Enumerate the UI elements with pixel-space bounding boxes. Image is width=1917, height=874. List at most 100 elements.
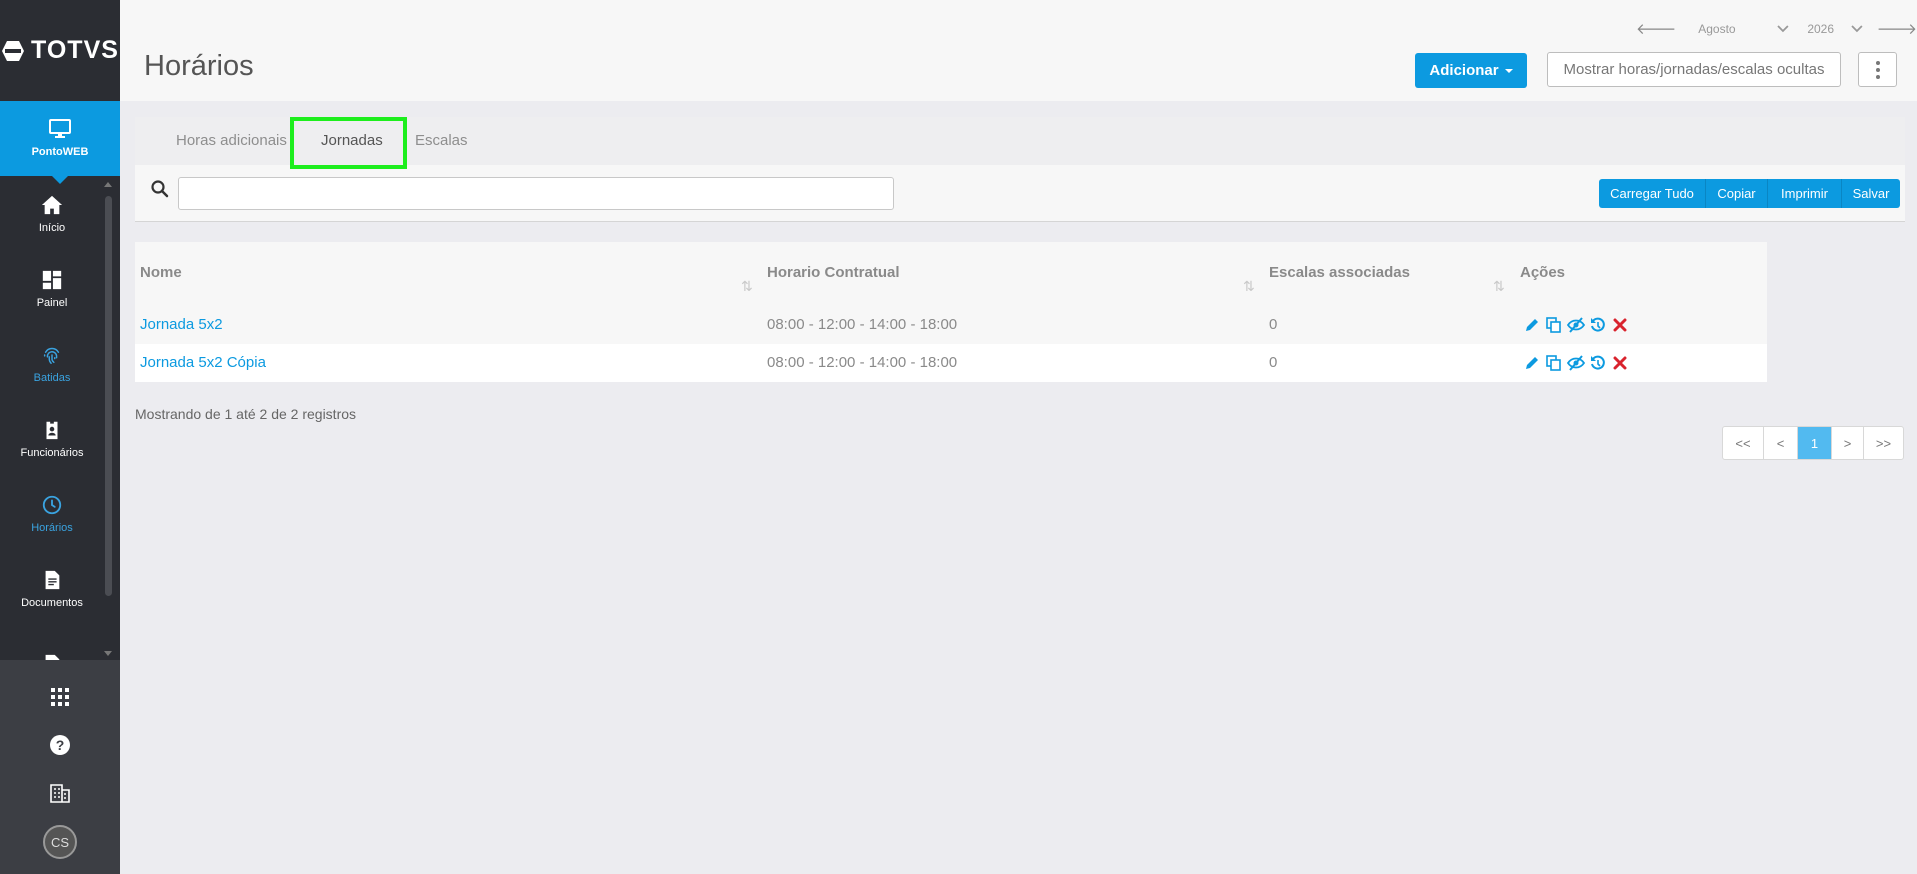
next-period-icon[interactable]: 🡒	[1877, 19, 1917, 38]
hide-icon[interactable]	[1566, 315, 1585, 334]
column-header-horario[interactable]: Horario Contratual	[767, 264, 900, 281]
sidebar: TOTVS PontoWEB Início Painel Batidas Fun…	[0, 0, 120, 874]
monitor-icon	[49, 119, 71, 138]
tabs-panel: Horas adicionais Jornadas Escalas Carreg…	[135, 117, 1905, 222]
year-select[interactable]: 2026	[1807, 22, 1851, 36]
load-all-button[interactable]: Carregar Tudo	[1599, 179, 1705, 208]
tab-escalas[interactable]: Escalas	[415, 132, 468, 149]
chevron-down-icon[interactable]	[1851, 24, 1863, 33]
search-input[interactable]	[178, 177, 894, 210]
sidebar-item-inicio[interactable]: Início	[0, 176, 120, 251]
prev-period-icon[interactable]: 🡐	[1636, 19, 1676, 38]
sidebar-item-label: Início	[38, 221, 66, 234]
dashboard-icon	[42, 270, 62, 289]
column-header-acoes: Ações	[1520, 264, 1566, 281]
next-page-button[interactable]: >	[1831, 427, 1863, 459]
records-info: Mostrando de 1 até 2 de 2 registros	[135, 406, 357, 422]
apps-grid-icon[interactable]	[48, 685, 72, 709]
column-header-nome[interactable]: Nome	[140, 264, 182, 281]
sidebar-item-batidas[interactable]: Batidas	[0, 326, 120, 401]
sidebar-item-label: Documentos	[21, 596, 83, 609]
sidebar-bottom: ? CS	[0, 660, 120, 874]
sidebar-item-painel[interactable]: Painel	[0, 251, 120, 326]
caret-down-icon	[1504, 68, 1513, 73]
document-icon	[45, 654, 60, 660]
totvs-logo[interactable]: TOTVS	[0, 0, 120, 101]
row-schedule: 08:00 - 12:00 - 14:00 - 18:00	[767, 354, 958, 371]
duplicate-icon[interactable]	[1544, 315, 1563, 334]
sidebar-item-horarios[interactable]: Horários	[0, 476, 120, 551]
tab-jornadas[interactable]: Jornadas	[321, 132, 383, 149]
add-button[interactable]: Adicionar	[1415, 53, 1527, 88]
badge-icon	[46, 421, 58, 439]
document-icon	[45, 570, 60, 589]
tab-horas-adicionais[interactable]: Horas adicionais	[176, 132, 287, 149]
clock-icon	[42, 495, 62, 514]
jornadas-table: Nome ⇅ Horario Contratual ⇅ Escalas asso…	[135, 242, 1767, 382]
tab-strip: Horas adicionais Jornadas Escalas	[135, 117, 1905, 165]
history-icon[interactable]	[1588, 315, 1607, 334]
sidebar-item-label: Painel	[36, 296, 68, 309]
sidebar-item-label: Funcionários	[20, 446, 84, 459]
help-icon[interactable]: ?	[48, 733, 72, 757]
sidebar-item-funcionarios[interactable]: Funcionários	[0, 401, 120, 476]
table-row: Jornada 5x2 Cópia 08:00 - 12:00 - 14:00 …	[135, 344, 1767, 382]
prev-page-button[interactable]: <	[1763, 427, 1797, 459]
sidebar-item-more[interactable]	[0, 626, 120, 660]
scroll-up-arrow[interactable]	[104, 182, 112, 187]
sort-icon[interactable]: ⇅	[1243, 278, 1255, 295]
add-button-label: Adicionar	[1429, 62, 1499, 79]
column-header-escalas[interactable]: Escalas associadas	[1269, 264, 1410, 281]
action-button-group: Carregar Tudo Copiar Imprimir Salvar	[1599, 179, 1900, 208]
row-name-link[interactable]: Jornada 5x2 Cópia	[140, 354, 266, 371]
sort-icon[interactable]: ⇅	[1493, 278, 1505, 295]
home-icon	[41, 195, 63, 214]
sort-icon[interactable]: ⇅	[741, 278, 753, 295]
table-row: Jornada 5x2 08:00 - 12:00 - 14:00 - 18:0…	[135, 306, 1767, 344]
copy-button[interactable]: Copiar	[1705, 179, 1767, 208]
edit-icon[interactable]	[1522, 315, 1541, 334]
svg-text:?: ?	[56, 737, 65, 753]
company-icon[interactable]	[48, 781, 72, 805]
delete-icon[interactable]	[1610, 353, 1629, 372]
dot-icon	[1875, 74, 1880, 79]
row-scales-count: 0	[1269, 354, 1278, 371]
history-icon[interactable]	[1588, 353, 1607, 372]
print-button[interactable]: Imprimir	[1767, 179, 1841, 208]
row-actions	[1522, 315, 1629, 334]
app-label: PontoWEB	[31, 146, 89, 158]
hide-icon[interactable]	[1566, 353, 1585, 372]
page-1-button[interactable]: 1	[1797, 427, 1831, 459]
chevron-down-icon[interactable]	[1777, 24, 1789, 33]
row-actions	[1522, 353, 1629, 372]
delete-icon[interactable]	[1610, 315, 1629, 334]
scroll-down-arrow[interactable]	[104, 651, 112, 656]
totvs-logo-icon	[2, 40, 25, 61]
duplicate-icon[interactable]	[1544, 353, 1563, 372]
row-schedule: 08:00 - 12:00 - 14:00 - 18:00	[767, 316, 958, 333]
page-header: 🡐 Agosto 2026 🡒 Horários Adicionar Mostr…	[120, 0, 1917, 101]
sidebar-scrollbar[interactable]	[105, 196, 112, 596]
fingerprint-icon	[43, 347, 60, 364]
sidebar-item-documentos[interactable]: Documentos	[0, 551, 120, 626]
page-title: Horários	[144, 50, 254, 82]
save-button[interactable]: Salvar	[1841, 179, 1900, 208]
pagination: << < 1 > >>	[1722, 426, 1904, 460]
month-select[interactable]: Agosto	[1698, 22, 1777, 36]
row-name-link[interactable]: Jornada 5x2	[140, 316, 223, 333]
avatar[interactable]: CS	[43, 825, 77, 859]
logo-text: TOTVS	[31, 36, 119, 64]
dot-icon	[1875, 60, 1880, 65]
sidebar-item-label: Batidas	[33, 371, 71, 384]
last-page-button[interactable]: >>	[1863, 427, 1903, 459]
search-icon	[151, 180, 169, 198]
show-hidden-button[interactable]: Mostrar horas/jornadas/escalas ocultas	[1547, 52, 1841, 87]
app-pontoweb[interactable]: PontoWEB	[0, 101, 120, 184]
edit-icon[interactable]	[1522, 353, 1541, 372]
first-page-button[interactable]: <<	[1723, 427, 1763, 459]
sidebar-item-label: Horários	[31, 521, 73, 534]
table-header: Nome ⇅ Horario Contratual ⇅ Escalas asso…	[135, 242, 1767, 306]
sidebar-nav: Início Painel Batidas Funcionários Horár…	[0, 176, 120, 660]
row-scales-count: 0	[1269, 316, 1278, 333]
more-options-button[interactable]	[1858, 52, 1897, 87]
